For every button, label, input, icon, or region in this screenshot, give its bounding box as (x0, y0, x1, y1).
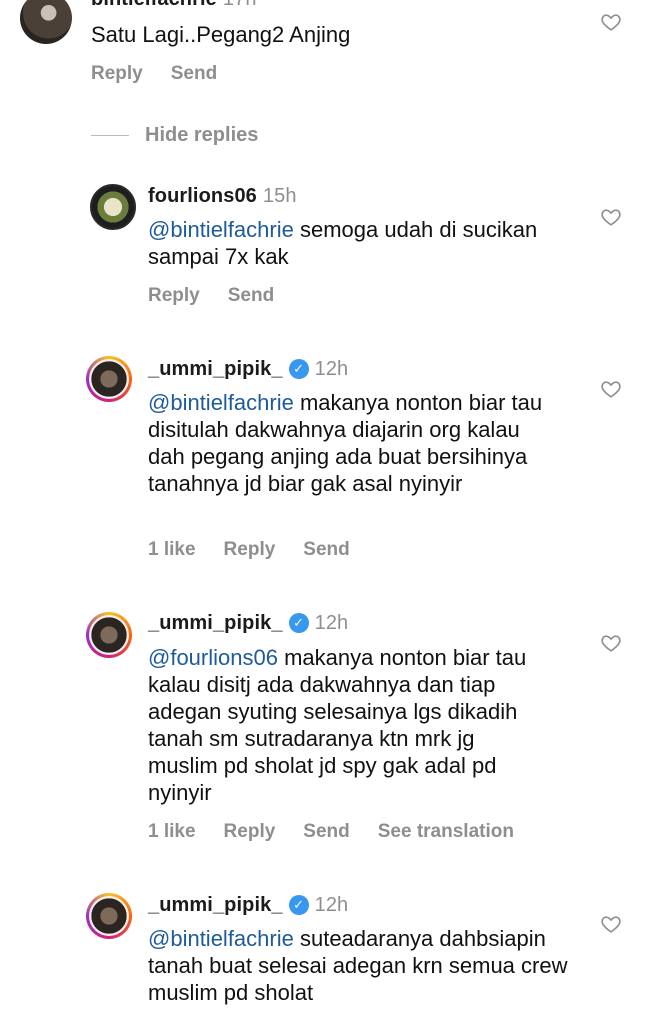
hide-replies-button[interactable]: Hide replies (145, 124, 258, 147)
reply-button[interactable]: Reply (224, 821, 276, 842)
comment-text: @bintielfachrie suteadaranya dahbsiapin … (148, 926, 568, 1005)
reply-button[interactable]: Reply (148, 285, 200, 306)
heart-outline-icon[interactable] (600, 378, 622, 400)
comment-time: 12h (314, 612, 349, 634)
comment-time: 15h (262, 185, 297, 207)
likes-count[interactable]: 1 like (148, 539, 196, 560)
comment-username[interactable]: _ummi_pipik_ ✓ 12h (148, 358, 348, 381)
send-button[interactable]: Send (303, 539, 349, 560)
comment-username[interactable]: fourlions06 15h (148, 185, 297, 208)
avatar[interactable] (86, 356, 132, 402)
comment-actions: 1 like Reply Send (148, 539, 378, 561)
mention-link[interactable]: @bintielfachrie (148, 926, 294, 951)
divider (91, 135, 129, 136)
mention-link[interactable]: @bintielfachrie (148, 390, 294, 415)
comment-actions: 1 like Reply Send See translation (148, 821, 542, 843)
see-translation-button[interactable]: See translation (378, 821, 514, 842)
reply-button[interactable]: Reply (91, 63, 143, 84)
send-button[interactable]: Send (171, 63, 217, 84)
comment-text: @bintielfachrie makanya nonton biar tau … (148, 390, 543, 496)
send-button[interactable]: Send (228, 285, 274, 306)
avatar[interactable] (20, 0, 72, 44)
comment-username[interactable]: _ummi_pipik_ ✓ 12h (148, 612, 348, 635)
avatar[interactable] (90, 184, 136, 230)
heart-outline-icon[interactable] (600, 11, 622, 33)
heart-outline-icon[interactable] (600, 913, 622, 935)
heart-outline-icon[interactable] (600, 632, 622, 654)
mention-link[interactable]: @fourlions06 (148, 645, 278, 670)
comment-text: Satu Lagi..Pegang2 Anjing (91, 22, 351, 47)
likes-count[interactable]: 1 like (148, 821, 196, 842)
verified-badge-icon: ✓ (288, 895, 309, 915)
comment-username[interactable]: _ummi_pipik_ ✓ 12h (148, 894, 348, 917)
comment-time: 12h (314, 358, 349, 380)
comment-text: @fourlions06 makanya nonton biar tau kal… (148, 645, 527, 805)
comment-time: 17h (223, 0, 257, 10)
mention-link[interactable]: @bintielfachrie (148, 217, 294, 242)
avatar[interactable] (86, 893, 132, 939)
comment-actions: Reply Send (91, 63, 245, 85)
comment-text: @bintielfachrie semoga udah di sucikan s… (148, 217, 538, 269)
verified-badge-icon: ✓ (288, 613, 309, 633)
verified-badge-icon: ✓ (288, 359, 309, 379)
heart-outline-icon[interactable] (600, 206, 622, 228)
comment-actions: Reply Send (148, 285, 302, 307)
send-button[interactable]: Send (303, 821, 349, 842)
comment-username[interactable]: bintielfachrie17h (91, 0, 257, 11)
reply-button[interactable]: Reply (224, 539, 276, 560)
avatar[interactable] (86, 612, 132, 658)
comment-time: 12h (314, 894, 349, 916)
